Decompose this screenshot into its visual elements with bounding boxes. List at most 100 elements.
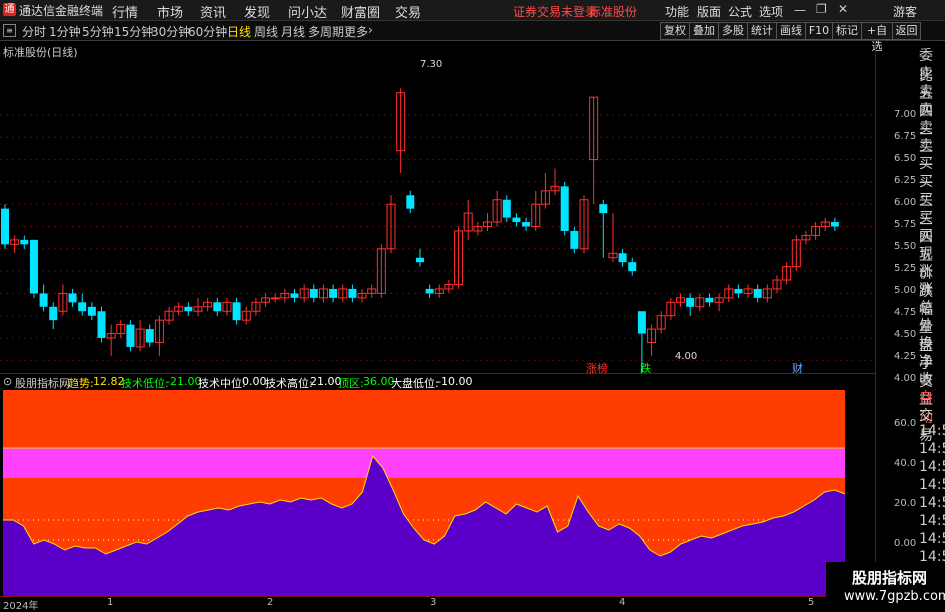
- low-price-label: 4.00: [675, 351, 698, 362]
- candle-body: [522, 222, 531, 227]
- y-tick: 6.25: [894, 175, 917, 186]
- candle-body: [213, 302, 222, 312]
- indicator-item-label: 大盘低位:: [391, 377, 439, 390]
- time-axis: 2024年 1 2 3 4 5: [0, 596, 875, 612]
- add-watchlist-button[interactable]: +自选: [861, 22, 893, 53]
- period-tab[interactable]: 周线: [254, 23, 278, 40]
- y-tick: 7.00: [894, 109, 917, 120]
- candle-body: [560, 186, 569, 231]
- candle-body: [406, 195, 415, 209]
- period-tab[interactable]: 15分钟: [114, 23, 153, 40]
- candle-body: [686, 297, 695, 307]
- login-notice[interactable]: 证券交易未登录: [513, 3, 597, 20]
- high-price-label: 7.30: [420, 59, 443, 70]
- period-tab-active[interactable]: 日线: [227, 23, 251, 40]
- x-tick: 5: [808, 597, 815, 608]
- candle-body: [290, 293, 299, 298]
- menu-layout[interactable]: 版面: [697, 3, 721, 20]
- watermark-url: www.7gpzb.com: [844, 589, 945, 604]
- y-tick: 5.75: [894, 219, 917, 230]
- candle-body: [309, 288, 318, 298]
- multi-stock-button[interactable]: 多股: [718, 22, 748, 40]
- adjust-button[interactable]: 复权: [660, 22, 690, 40]
- candle-body: [628, 262, 637, 272]
- indicator-toggle-icon[interactable]: ⊙: [3, 375, 12, 388]
- candle-body: [348, 288, 357, 298]
- menu-item[interactable]: 问小达: [288, 2, 327, 21]
- guest-label[interactable]: 游客: [893, 3, 917, 20]
- minimize-icon[interactable]: —: [794, 3, 806, 17]
- menu-item[interactable]: 资讯: [200, 2, 226, 21]
- candle-body: [20, 239, 29, 245]
- period-tab[interactable]: 更多: [344, 23, 368, 40]
- candle-body: [126, 324, 135, 347]
- y-tick: 4.75: [894, 307, 917, 318]
- menu-options[interactable]: 选项: [759, 3, 783, 20]
- quote-field-label: 14:56: [919, 423, 945, 439]
- kline-chart[interactable]: 标准股份(日线) 7.30 4.00 涨榜 跌 财: [0, 41, 875, 375]
- period-tab[interactable]: 5分钟: [82, 23, 114, 40]
- price-axis: 7.00 6.75 6.50 6.25 6.00 5.75 5.50 5.25 …: [875, 41, 923, 609]
- period-tab[interactable]: 60分钟: [188, 23, 227, 40]
- watermark: 股朋指标网 www.7gpzb.com: [826, 562, 945, 609]
- period-tab[interactable]: 30分钟: [151, 23, 190, 40]
- candle-body: [78, 302, 87, 312]
- indicator-item-value: 0.00: [242, 375, 267, 388]
- stats-button[interactable]: 统计: [747, 22, 777, 40]
- quote-field-label: 14:56: [919, 441, 945, 457]
- indicator-item-label: 趋势:: [68, 377, 94, 390]
- candle-body: [184, 306, 193, 312]
- period-menu-icon[interactable]: ≡: [3, 24, 16, 37]
- band-magenta: [3, 448, 845, 478]
- indicator-item-value: -10.00: [437, 375, 473, 388]
- menu-item[interactable]: 行情: [112, 2, 138, 21]
- close-icon[interactable]: ✕: [838, 2, 848, 16]
- candle-body: [502, 199, 511, 218]
- candle-body: [734, 288, 743, 294]
- period-tab[interactable]: 1分钟: [49, 23, 81, 40]
- period-tab[interactable]: 分时: [22, 23, 46, 40]
- y-tick: 6.75: [894, 131, 917, 142]
- indicator-chart[interactable]: [0, 390, 875, 596]
- stock-name-tab[interactable]: 标准股份: [589, 3, 637, 20]
- x-tick: 3: [430, 597, 437, 608]
- y-tick: 4.00: [894, 373, 917, 384]
- candle-body: [618, 253, 627, 263]
- quote-field-label: 14:56: [919, 513, 945, 529]
- app-title: 通达信金融终端: [19, 4, 104, 18]
- indicator-item-value: -21.00: [166, 375, 202, 388]
- indicator-name[interactable]: 股朋指标网: [15, 375, 70, 391]
- x-tick: 2: [267, 597, 274, 608]
- indicator-header: ⊙ 股朋指标网 趋势: 12.82 技术低位: -21.00 技术中位: 0.0…: [0, 373, 875, 390]
- y-tick: 5.00: [894, 285, 917, 296]
- draw-button[interactable]: 画线: [776, 22, 806, 40]
- menu-item[interactable]: 交易: [395, 2, 421, 21]
- quote-panel: 委比 卖五 卖四 卖三 卖二 卖一 买一 买二 买三 买四 买五 现价 涨跌 涨幅 总量 外盘 换手 净资 收益 自动…: [916, 41, 945, 609]
- indicator-item-label: 顶区:: [338, 377, 364, 390]
- title-bar: 通 通达信金融终端 行情 市场 资讯 发现 问小达 财富圈 交易 证券交易未登录…: [0, 0, 945, 21]
- back-button[interactable]: 返回: [892, 22, 921, 40]
- candle-body: [570, 230, 579, 249]
- candle-body: [68, 293, 77, 303]
- period-tab[interactable]: 月线: [281, 23, 305, 40]
- quote-field-label: 14:56: [919, 459, 945, 475]
- menu-item[interactable]: 发现: [244, 2, 270, 21]
- period-toolbar: ≡ 分时 1分钟 5分钟 15分钟 30分钟 60分钟 日线 周线 月线 多周期…: [0, 21, 945, 53]
- quote-field-label: 14:56: [919, 495, 945, 511]
- y-tick: 6.00: [894, 197, 917, 208]
- overlay-button[interactable]: 叠加: [689, 22, 719, 40]
- f10-button[interactable]: F10: [805, 22, 833, 40]
- menu-item[interactable]: 市场: [157, 2, 183, 21]
- candle-body: [87, 306, 96, 316]
- candle-body: [415, 257, 424, 263]
- menu-formula[interactable]: 公式: [728, 3, 752, 20]
- app-logo-icon: 通: [3, 3, 16, 16]
- menu-item[interactable]: 财富圈: [341, 2, 380, 21]
- candle-body: [145, 329, 154, 343]
- menu-function[interactable]: 功能: [665, 3, 689, 20]
- period-tab[interactable]: 多周期: [308, 23, 344, 40]
- chevron-right-icon[interactable]: ›: [368, 23, 373, 37]
- candle-body: [830, 222, 839, 227]
- restore-icon[interactable]: ❐: [816, 2, 827, 16]
- mark-button[interactable]: 标记: [832, 22, 862, 40]
